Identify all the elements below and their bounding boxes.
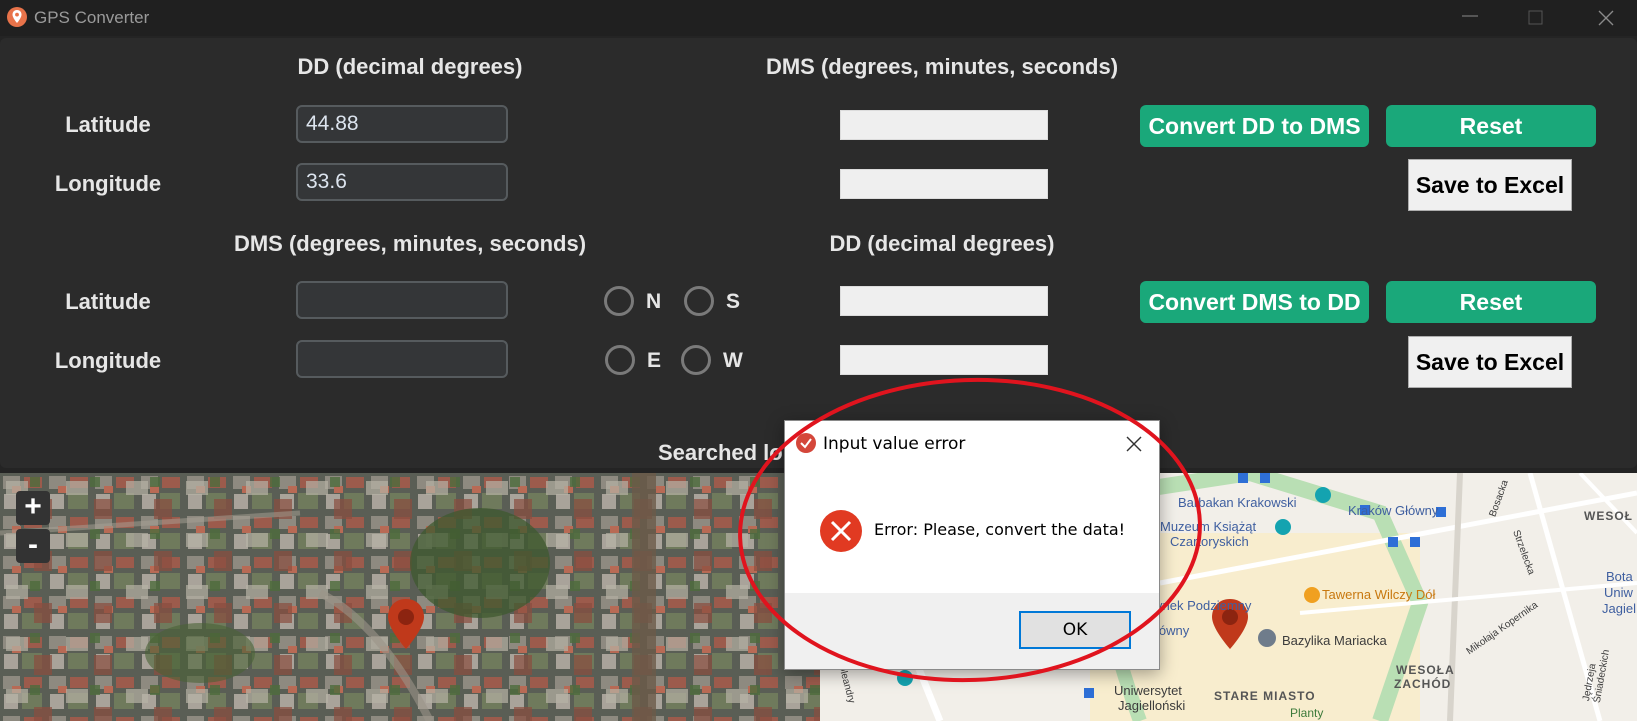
convert-dd-to-dms-button[interactable]: Convert DD to DMS [1140, 105, 1369, 147]
radio-w[interactable] [681, 345, 711, 375]
map-label-uniw: Uniw [1604, 585, 1633, 600]
minimize-icon [1462, 15, 1478, 17]
map-label-glowny: łówny [1156, 623, 1190, 638]
map-label-tawerna: Tawerna Wilczy Dół [1322, 587, 1436, 602]
save-to-excel-dd-button[interactable]: Save to Excel [1408, 159, 1572, 211]
radio-w-label: W [723, 349, 743, 372]
dd-output-heading: DD (decimal degrees) [829, 231, 1055, 256]
map-label-bota: Bota [1606, 569, 1633, 584]
map-label-podziemny: ynek Podziemny [1156, 598, 1252, 613]
radio-s[interactable] [684, 286, 714, 316]
dms-latitude-input[interactable] [296, 281, 508, 319]
dms-longitude-input[interactable] [296, 340, 508, 378]
map-label-uniwersytet-1: Uniwersytet [1114, 683, 1182, 698]
convert-dms-to-dd-button[interactable]: Convert DMS to DD [1140, 281, 1369, 323]
close-icon [1598, 10, 1614, 26]
dms-latitude-output[interactable] [840, 110, 1048, 140]
close-window-button[interactable] [1576, 0, 1636, 36]
error-icon [820, 510, 862, 552]
title-bar: GPS Converter [0, 0, 1637, 36]
map-label-uniwersytet-2: Jagielloński [1118, 698, 1186, 713]
map-label-muzeum-2: Czartoryskich [1170, 534, 1249, 549]
map-label-barbakan: Barbakan Krakowski [1178, 495, 1297, 510]
radio-e-label: E [647, 349, 662, 372]
dms-longitude-label: Longitude [54, 348, 162, 373]
reset-dms-button[interactable]: Reset [1386, 281, 1596, 323]
reset-dd-button[interactable]: Reset [1386, 105, 1596, 147]
window-title: GPS Converter [34, 8, 150, 27]
dd-longitude-label: Longitude [54, 171, 162, 196]
map-label-wesola-zachod-1: WESOŁA [1396, 663, 1455, 677]
dd-longitude-input[interactable] [296, 163, 508, 201]
error-small-icon [796, 433, 816, 453]
zoom-in-button[interactable]: + [16, 491, 50, 525]
map-label-jagiel: Jagiel [1602, 601, 1636, 616]
map-label-krakow-glowny: Kraków Główny [1348, 503, 1439, 518]
dd-latitude-label: Latitude [65, 112, 151, 137]
searched-location-label: Searched lo [658, 440, 783, 465]
map-label-bazylika: Bazylika Mariacka [1282, 633, 1387, 648]
radio-n[interactable] [604, 286, 634, 316]
dd-latitude-input[interactable] [296, 105, 508, 143]
map-label-wesola-zachod-2: ZACHÓD [1394, 677, 1452, 691]
dms-output-heading: DMS (degrees, minutes, seconds) [765, 54, 1119, 79]
error-dialog: Input value error Error: Please, convert… [784, 420, 1160, 670]
dd-longitude-output[interactable] [840, 345, 1048, 375]
dialog-message: Error: Please, convert the data! [874, 520, 1126, 539]
radio-n-label: N [646, 290, 662, 313]
dd-heading: DD (decimal degrees) [297, 54, 523, 79]
dd-latitude-output[interactable] [840, 286, 1048, 316]
dms-heading: DMS (degrees, minutes, seconds) [233, 231, 587, 256]
map-pin-icon [7, 7, 27, 27]
dialog-close-icon[interactable] [1121, 431, 1147, 457]
map-label-stare-miasto: STARE MIASTO [1214, 689, 1316, 703]
minimize-button[interactable] [1440, 0, 1500, 36]
maximize-button[interactable] [1506, 0, 1566, 36]
dms-latitude-label: Latitude [65, 289, 151, 314]
radio-s-label: S [726, 290, 741, 313]
dms-longitude-output[interactable] [840, 169, 1048, 199]
dialog-title: Input value error [823, 434, 966, 454]
map-label-muzeum-1: Muzeum Książąt [1160, 519, 1257, 534]
maximize-icon [1528, 10, 1543, 25]
zoom-out-button[interactable]: - [16, 529, 50, 563]
save-to-excel-dms-button[interactable]: Save to Excel [1408, 336, 1572, 388]
ok-button[interactable]: OK [1019, 611, 1131, 649]
radio-e[interactable] [605, 345, 635, 375]
map-label-planty: Planty [1290, 706, 1324, 720]
map-label-wesola: WESOŁ [1584, 509, 1633, 523]
